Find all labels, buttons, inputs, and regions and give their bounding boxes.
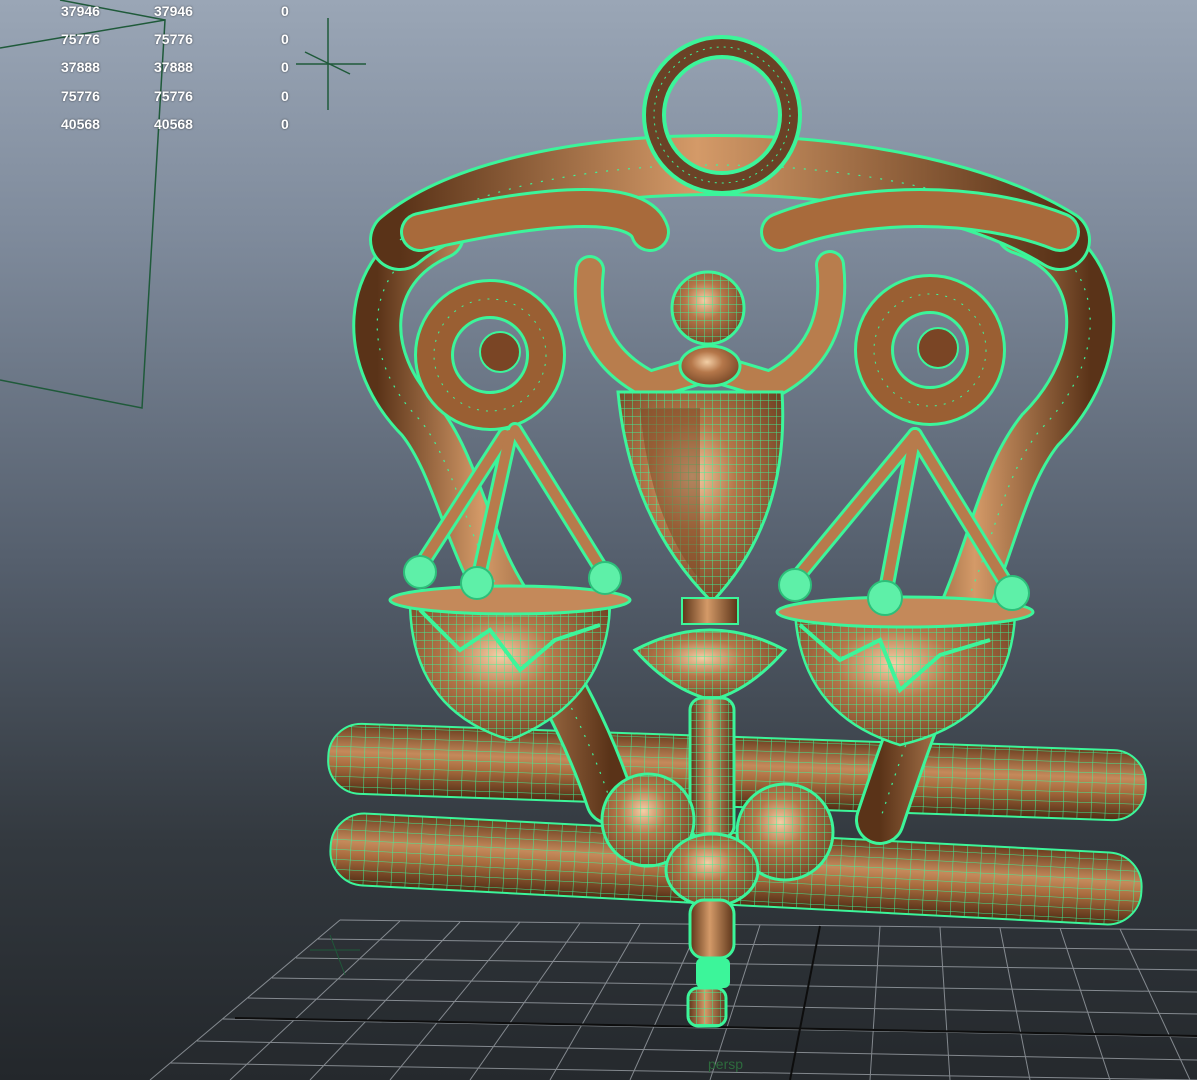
camera-name-label: persp	[708, 1056, 744, 1072]
hud-value: 0	[281, 88, 289, 104]
hud-value: 75776	[154, 31, 193, 47]
upper-bar-mesh[interactable]	[327, 722, 1147, 822]
hud-value: 0	[281, 3, 289, 19]
hud-value: 37946	[61, 3, 100, 19]
ground-grid	[149, 919, 1197, 1080]
hud-value: 0	[281, 59, 289, 75]
hud-value: 75776	[61, 31, 100, 47]
hud-value: 40568	[154, 116, 193, 132]
hud-row: 37888 37888 0	[0, 57, 320, 77]
hud-value: 37888	[154, 59, 193, 75]
hud-row: 40568 40568 0	[0, 114, 320, 134]
libra-pendant-mesh[interactable]	[327, 35, 1147, 1028]
scene-canvas[interactable]	[0, 0, 1197, 1080]
hud-value: 37946	[154, 3, 193, 19]
poly-count-hud: 37946 37946 0 75776 75776 0 37888 37888 …	[0, 0, 320, 140]
hud-row: 75776 75776 0	[0, 29, 320, 49]
hud-value: 0	[281, 31, 289, 47]
central-figure-mesh[interactable]	[573, 250, 847, 605]
hud-value: 37888	[61, 59, 100, 75]
hud-row: 75776 75776 0	[0, 86, 320, 106]
hud-value: 0	[281, 116, 289, 132]
hud-row: 37946 37946 0	[0, 1, 320, 21]
hud-value: 40568	[61, 116, 100, 132]
left-spiral-mesh[interactable]	[414, 279, 566, 431]
right-scale-pan-mesh[interactable]	[775, 595, 1035, 747]
hud-value: 75776	[61, 88, 100, 104]
right-spiral-mesh[interactable]	[854, 274, 1006, 426]
hud-value: 75776	[154, 88, 193, 104]
perspective-viewport[interactable]: 37946 37946 0 75776 75776 0 37888 37888 …	[0, 0, 1197, 1080]
